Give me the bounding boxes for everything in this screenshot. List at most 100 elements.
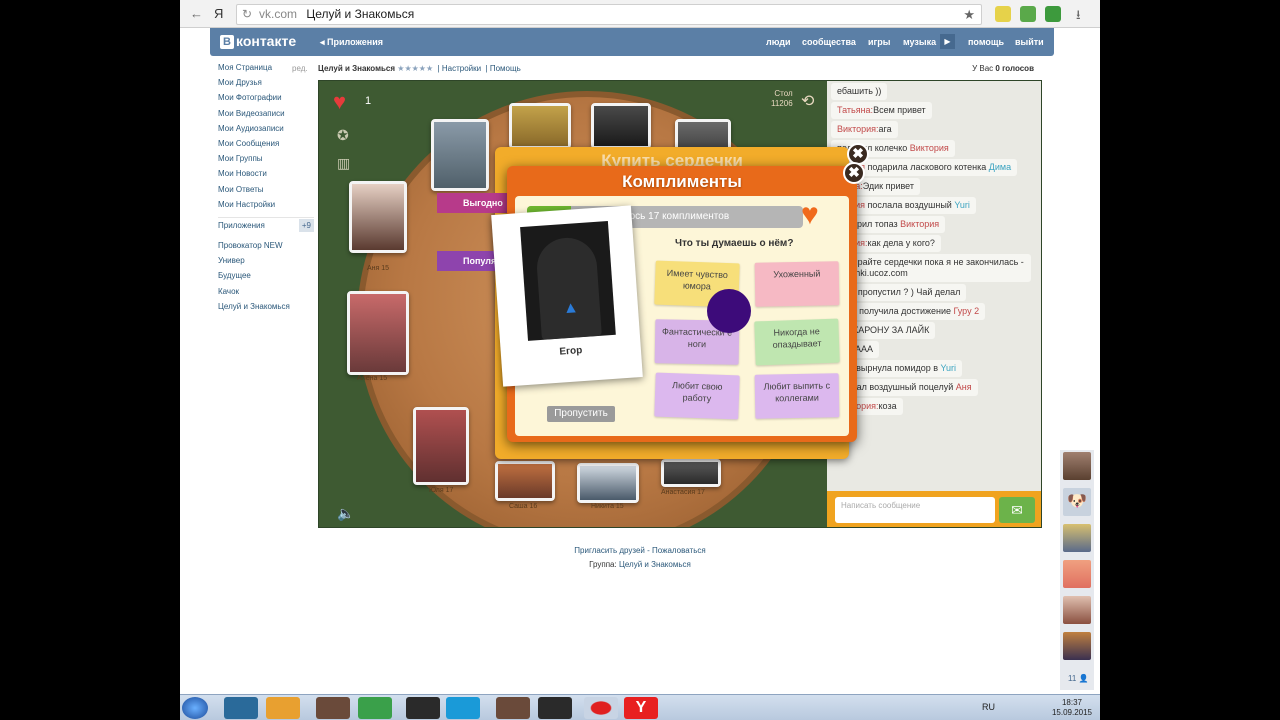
menu-news[interactable]: Мои Новости [218,166,314,181]
taskbar-app-icon[interactable] [316,697,350,719]
player-avatar[interactable] [591,103,651,149]
reload-icon[interactable]: ↻ [242,5,252,24]
nav-help[interactable]: помощь [968,37,1004,47]
menu-settings[interactable]: Мои Настройки [218,197,314,212]
send-message-button[interactable]: ✉ [999,497,1035,523]
complain-link[interactable]: Пожаловаться [652,546,706,555]
menu-groups[interactable]: Мои Группы [218,151,314,166]
yandex-browser-icon[interactable]: Y [624,697,658,719]
nav-people[interactable]: люди [766,37,791,47]
chat-target-user[interactable]: Yuri [941,363,957,373]
sync-extension-icon[interactable] [1020,6,1036,22]
shield-extension-icon[interactable] [1045,6,1061,22]
help-link[interactable]: Помощь [490,64,521,73]
edit-link[interactable]: ред. [292,64,308,73]
chat-target-user[interactable]: Гуру 2 [954,306,980,316]
settings-link[interactable]: Настройки [442,64,481,73]
player-avatar[interactable] [577,463,639,503]
player-avatar[interactable] [431,119,489,191]
address-bar[interactable]: ↻ vk.com Целуй и Знакомься ★ [236,4,982,25]
friend-avatar[interactable]: 🐶 [1063,488,1091,516]
chat-input-bar: Написать сообщение ✉ [827,491,1041,527]
compliment-option[interactable]: Никогда не опаздывает [754,318,840,366]
music-play-icon[interactable]: ▶ [940,34,955,49]
player-avatar[interactable] [509,103,571,149]
skip-button[interactable]: Пропустить [547,406,615,422]
compliment-option[interactable]: Любит выпить с коллегами [754,373,840,419]
app-item[interactable]: Качок [218,284,318,299]
heart-icon[interactable]: ♥ [333,89,346,115]
menu-photos[interactable]: Мои Фотографии [218,90,314,105]
compliment-option[interactable]: Любит свою работу [654,372,740,420]
bookmark-star-icon[interactable]: ★ [963,5,975,24]
vk-logo[interactable]: Вконтакте [220,33,296,49]
chat-text: Забирайте сердечки пока я не закончилась… [837,257,1024,278]
invite-friends-link[interactable]: Пригласить друзей [574,546,645,555]
menu-messages[interactable]: Мои Сообщения [218,136,314,151]
friend-avatar[interactable] [1063,560,1091,588]
compliment-option[interactable]: Ухоженный [754,261,840,307]
address-title: Целуй и Знакомься [306,7,415,21]
app-item[interactable]: Целуй и Знакомься [218,299,318,314]
award-icon[interactable]: ✪ [337,127,349,144]
skype-icon[interactable] [446,697,480,719]
menu-apps[interactable]: Приложения +9 [218,217,314,233]
apps-back-link[interactable]: ◂ Приложения [320,37,383,48]
chat-message-input[interactable]: Написать сообщение [835,497,995,523]
promo-ribbon[interactable]: Выгодно [437,193,517,213]
player-avatar[interactable] [413,407,469,485]
menu-friends[interactable]: Мои Друзья [218,75,314,90]
adidas-logo-icon: ▲ [562,299,580,318]
friend-avatar[interactable] [1063,632,1091,660]
chat-message: ебашить )) [831,83,888,100]
game-area: ♥ ✪ ▥ 🔈 1 Стол 11206 ⟲ Аня 15 Алёна 15 Юл… [318,80,1042,528]
app-item[interactable]: Будущее [218,268,318,283]
taskbar-app-icon[interactable] [224,697,258,719]
keyboard-language[interactable]: RU [982,702,995,712]
refresh-table-icon[interactable]: ⟲ [801,91,814,111]
chat-target-user[interactable]: Виктория [910,143,949,153]
taskbar-app-icon[interactable] [406,697,440,719]
nav-music[interactable]: музыка [903,37,936,47]
yandex-button[interactable]: Я [214,6,223,21]
app-item[interactable]: Провокатор NEW [218,238,318,253]
player-avatar[interactable] [347,291,409,375]
close-compliments-button[interactable]: ✖ [843,162,865,184]
friend-avatar[interactable] [1063,524,1091,552]
taskbar-app-icon[interactable] [266,697,300,719]
friend-avatar[interactable] [1063,452,1091,480]
player-avatar[interactable] [495,461,555,501]
start-button[interactable] [182,697,208,719]
back-button[interactable]: ← [190,6,203,21]
weather-extension-icon[interactable] [995,6,1011,22]
app-item[interactable]: Универ [218,253,318,268]
chat-target-user[interactable]: Дима [989,162,1011,172]
nav-games[interactable]: игры [868,37,890,47]
player-avatar[interactable] [349,181,407,253]
download-icon[interactable]: ⭳ [1076,6,1081,28]
sound-icon[interactable]: 🔈 [337,505,354,522]
taskbar-app-icon[interactable] [358,697,392,719]
player-label: Алёна 15 [357,375,388,382]
taskbar-app-icon[interactable] [496,697,530,719]
player-avatar[interactable] [661,459,721,487]
record-icon[interactable] [584,697,618,719]
menu-answers[interactable]: Мои Ответы [218,182,314,197]
stats-icon[interactable]: ▥ [337,155,350,172]
group-link[interactable]: Целуй и Знакомься [619,560,691,569]
taskbar-app-icon[interactable] [538,697,572,719]
app-header: Целуй и Знакомься ★★★★★ | Настройки | По… [318,64,1034,73]
chat-message: Татьяна: Всем привет [831,102,932,119]
chat-author[interactable]: Татьяна: [837,105,873,115]
menu-audio[interactable]: Мои Аудиозаписи [218,121,314,136]
nav-communities[interactable]: сообщества [802,37,856,47]
chat-target-user[interactable]: Виктория [900,219,939,229]
chat-target-user[interactable]: Аня [956,382,972,392]
friend-avatar[interactable] [1063,596,1091,624]
chat-target-user[interactable]: Yuri [954,200,970,210]
chat-author[interactable]: Виктория: [837,124,879,134]
nav-logout[interactable]: выйти [1015,37,1044,47]
system-clock[interactable]: 18:37 15.09.2015 [1052,698,1092,718]
menu-videos[interactable]: Мои Видеозаписи [218,106,314,121]
chat-text: Эдик привет [862,181,915,191]
